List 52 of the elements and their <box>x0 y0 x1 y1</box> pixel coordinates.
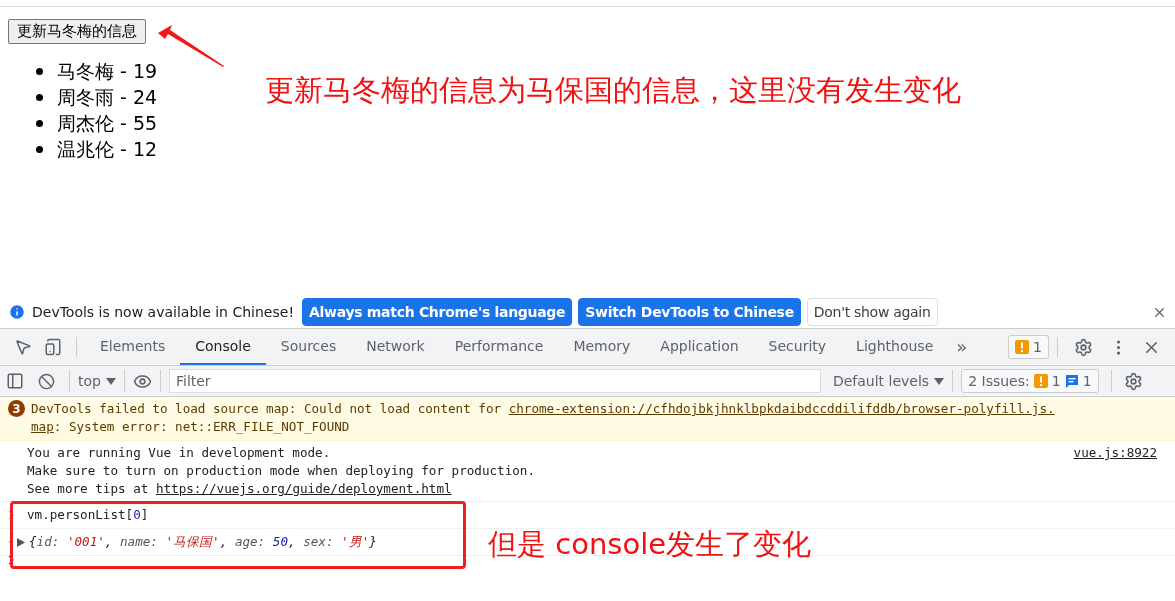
warning-text: DevTools failed to load source map: Could not load content for <box>31 400 503 418</box>
devtools-tab[interactable]: Performance <box>439 329 559 365</box>
message-icon <box>1064 374 1079 388</box>
message-count: 3 <box>8 400 25 417</box>
bullet-icon <box>36 145 43 153</box>
sidebar-icon[interactable] <box>6 372 24 390</box>
devtools-tab[interactable]: Network <box>351 329 440 365</box>
source-link[interactable]: vue.js:8922 <box>1073 444 1157 462</box>
settings-icon[interactable] <box>1123 371 1143 391</box>
bullet-icon <box>36 119 43 127</box>
warning-badge[interactable]: 1 <box>1008 335 1049 359</box>
caret-icon <box>934 377 945 385</box>
expand-icon[interactable] <box>17 537 25 547</box>
more-tabs[interactable]: » <box>948 329 976 365</box>
infobar-button[interactable]: Always match Chrome's language <box>302 298 573 326</box>
person-item: 周冬雨 - 24 <box>57 85 158 110</box>
docs-link[interactable]: https://vuejs.org/guide/deployment.html <box>155 480 452 498</box>
log-text: Make sure to turn on production mode when deploying for production. <box>27 462 535 480</box>
person-item: 周杰伦 - 55 <box>57 111 158 136</box>
command-text: vm.personList[0] <box>27 506 149 524</box>
infobar-button[interactable]: Don't show again <box>806 298 938 326</box>
arrow-icon <box>158 25 224 67</box>
person-item: 马冬梅 - 19 <box>57 59 158 84</box>
caret-icon <box>105 377 116 385</box>
source-map-link[interactable]: map <box>31 418 54 436</box>
devtools-tab[interactable]: Application <box>645 329 754 365</box>
infobar-message: DevTools is now available in Chinese! <box>32 304 294 320</box>
info-icon <box>8 303 26 321</box>
annotation-text: 但是 console发生了变化 <box>488 526 812 563</box>
warning-icon <box>1015 340 1030 354</box>
clear-icon[interactable] <box>38 372 55 390</box>
source-map-link[interactable]: chrome-extension://cfhdojbkjhnklbpkdaibdccddilifddb/browser-polyfill.js. <box>508 400 1055 418</box>
issues-button[interactable]: 2 Issues: 1 1 <box>961 369 1099 393</box>
devtools-tab[interactable]: Elements <box>85 329 181 365</box>
devtools-tab[interactable]: Security <box>753 329 842 365</box>
log-text: You are running Vue in development mode. <box>27 444 332 462</box>
result-text: {id: '001', name: '马保国', age: 50, sex: '男'} <box>29 533 377 551</box>
warning-icon <box>1033 374 1048 388</box>
devtools-tab[interactable]: Sources <box>265 329 352 365</box>
devtools-tab[interactable]: Memory <box>558 329 646 365</box>
log-text: See more tips at <box>27 480 150 498</box>
bullet-icon <box>36 67 43 75</box>
annotation-text: 更新马冬梅的信息为马保国的信息，这里没有发生变化 <box>265 72 962 109</box>
person-item: 温兆伦 - 12 <box>57 137 158 162</box>
update-button[interactable]: 更新马冬梅的信息 <box>8 19 146 44</box>
levels-dropdown[interactable]: Default levels <box>832 373 945 389</box>
context-dropdown[interactable]: top <box>78 373 116 389</box>
bullet-icon <box>36 93 43 101</box>
warning-text: : System error: net::ERR_FILE_NOT_FOUND <box>53 418 350 436</box>
devtools-tab[interactable]: Lighthouse <box>841 329 949 365</box>
filter-field[interactable]: Filter <box>168 369 821 393</box>
infobar-button[interactable]: Switch DevTools to Chinese <box>578 298 801 326</box>
